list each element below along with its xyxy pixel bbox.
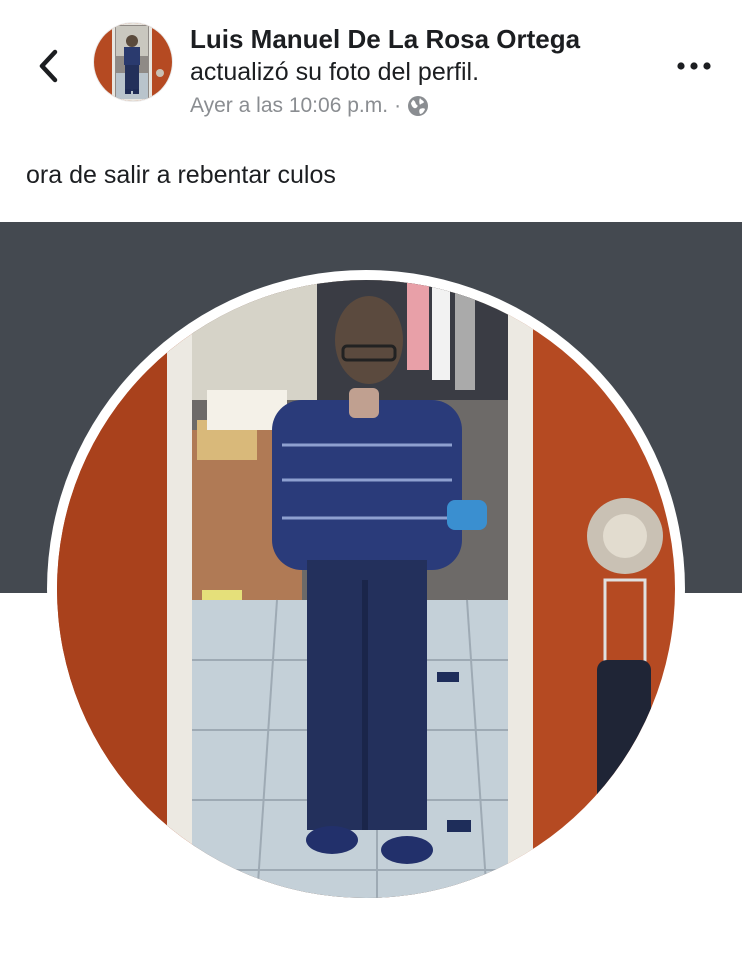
back-button[interactable]	[28, 44, 68, 88]
more-options-button[interactable]	[674, 52, 714, 80]
timestamp[interactable]: Ayer a las 10:06 p.m.	[190, 92, 388, 120]
action-text: actualizó su foto del perfil.	[190, 58, 480, 86]
profile-photo[interactable]	[47, 270, 685, 908]
avatar-image	[94, 23, 172, 101]
more-horizontal-icon	[677, 62, 711, 70]
author-name[interactable]: Luis Manuel De La Rosa Ortega	[190, 22, 660, 56]
avatar[interactable]	[94, 23, 172, 101]
profile-photo-image	[57, 280, 675, 898]
post-header: Luis Manuel De La Rosa Ortega actualizó …	[190, 22, 660, 120]
chevron-left-icon	[39, 49, 58, 83]
post-view: Luis Manuel De La Rosa Ortega actualizó …	[0, 0, 742, 960]
globe-icon[interactable]	[407, 95, 429, 117]
post-meta: Ayer a las 10:06 p.m. ·	[190, 92, 660, 120]
separator: ·	[394, 94, 402, 117]
post-text: ora de salir a rebentar culos	[26, 161, 336, 189]
